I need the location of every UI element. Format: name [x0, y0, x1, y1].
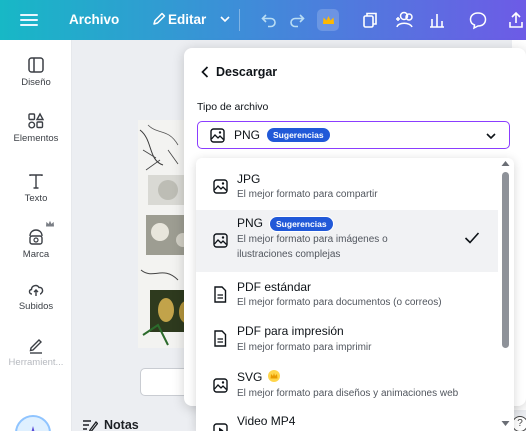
sidebar-item-elementos[interactable]: Elementos: [0, 112, 72, 144]
top-toolbar: Archivo Editar: [0, 0, 526, 40]
sidebar-item-label: Herramient...: [8, 357, 64, 368]
sidebar-item-herramientas[interactable]: Herramient...: [0, 336, 72, 368]
canvas-button[interactable]: [140, 368, 190, 396]
scrollbar-thumb[interactable]: [502, 172, 509, 348]
option-video-mp4[interactable]: Video MP4: [196, 407, 498, 431]
sidebar-item-label: Texto: [24, 193, 48, 204]
image-icon: [213, 179, 228, 194]
scroll-down-icon[interactable]: [501, 420, 510, 427]
chevron-down-icon[interactable]: [219, 13, 231, 25]
file-type-label: Tipo de archivo: [197, 101, 269, 113]
toolbar-divider: [239, 9, 240, 31]
redo-icon[interactable]: [288, 11, 306, 29]
file-type-value: PNG: [234, 128, 261, 142]
notes-label: Notas: [104, 418, 139, 431]
option-description: El mejor formato para imprimir: [237, 342, 372, 353]
menu-icon[interactable]: [20, 11, 38, 29]
sidebar-item-subidos[interactable]: Subidos: [0, 280, 72, 312]
brand-icon: [29, 229, 43, 245]
suggestion-badge: Sugerencias: [266, 127, 331, 143]
upload-cloud-icon: [28, 284, 44, 296]
option-png[interactable]: PNG Sugerencias El mejor formato para imá…: [196, 210, 498, 272]
document-icon: [214, 286, 227, 303]
copy-icon[interactable]: [360, 10, 380, 30]
image-icon: [213, 378, 228, 393]
option-title: PDF para impresión: [237, 324, 344, 338]
sidebar-item-label: Marca: [22, 249, 50, 260]
left-sidebar: Diseño Elementos Texto Marca Subidos Her…: [0, 40, 72, 431]
chart-icon[interactable]: [427, 10, 447, 30]
file-type-select[interactable]: PNG Sugerencias: [197, 121, 510, 149]
archivo-menu[interactable]: Archivo: [69, 12, 119, 27]
share-icon[interactable]: [506, 10, 526, 30]
help-button[interactable]: ?: [512, 416, 526, 431]
comment-icon[interactable]: [468, 10, 488, 30]
check-icon: [464, 232, 480, 244]
draw-icon: [29, 339, 42, 354]
option-description: El mejor formato para documentos (o corr…: [237, 297, 442, 308]
back-button[interactable]: Descargar: [201, 65, 277, 79]
option-pdf-standard[interactable]: PDF estándar El mejor formato para docum…: [196, 272, 498, 314]
option-title: PNG: [237, 216, 264, 230]
scroll-up-icon[interactable]: [501, 160, 510, 167]
dropdown-scrollbar[interactable]: [498, 158, 514, 431]
sidebar-item-marca[interactable]: Marca: [0, 228, 72, 260]
image-icon: [213, 233, 228, 248]
video-icon: [213, 423, 228, 431]
option-title-row: SVG: [237, 370, 280, 384]
option-pdf-print[interactable]: PDF para impresión El mejor formato para…: [196, 314, 498, 359]
image-icon: [210, 127, 225, 143]
option-jpg[interactable]: JPG El mejor formato para compartir: [196, 158, 498, 210]
sidebar-item-label: Elementos: [13, 133, 59, 144]
option-description: El mejor formato para diseños y animacio…: [237, 388, 459, 399]
sidebar-item-diseno[interactable]: Diseño: [0, 56, 72, 88]
editar-menu[interactable]: Editar: [168, 12, 206, 27]
option-title-row: PNG Sugerencias: [237, 216, 334, 232]
option-svg[interactable]: SVG El mejor formato para diseños y anim…: [196, 359, 498, 407]
suggestion-badge: Sugerencias: [269, 216, 334, 232]
option-title: PDF estándar: [237, 280, 312, 294]
option-description: ilustraciones complejas: [237, 249, 341, 260]
sidebar-item-texto[interactable]: Texto: [0, 172, 72, 204]
add-people-icon[interactable]: [394, 10, 416, 30]
option-title: SVG: [237, 370, 263, 384]
panel-title: Descargar: [216, 65, 278, 79]
sidebar-item-label: Subidos: [18, 301, 54, 312]
text-icon: [29, 174, 43, 189]
option-description: El mejor formato para compartir: [237, 189, 378, 200]
option-title: JPG: [237, 172, 261, 186]
pencil-icon: [153, 12, 166, 25]
notes-button[interactable]: Notas: [82, 418, 139, 431]
notes-icon: [83, 420, 98, 431]
document-icon: [214, 330, 227, 347]
crown-icon: [322, 15, 334, 24]
option-title: Video MP4: [237, 414, 296, 428]
option-description: El mejor formato para imágenes o: [237, 234, 388, 245]
magic-assistant-button[interactable]: [15, 415, 51, 431]
undo-icon[interactable]: [260, 11, 278, 29]
crown-icon: [267, 370, 280, 382]
chevron-left-icon: [201, 66, 209, 78]
layout-icon: [28, 57, 44, 73]
elements-icon: [28, 112, 45, 129]
crown-icon: [46, 220, 54, 227]
file-type-dropdown: JPG El mejor formato para compartir PNG S…: [196, 158, 514, 431]
sparkle-icon: [31, 426, 35, 431]
chevron-down-icon: [486, 133, 496, 140]
sidebar-item-label: Diseño: [21, 77, 51, 88]
premium-button[interactable]: [317, 9, 339, 31]
